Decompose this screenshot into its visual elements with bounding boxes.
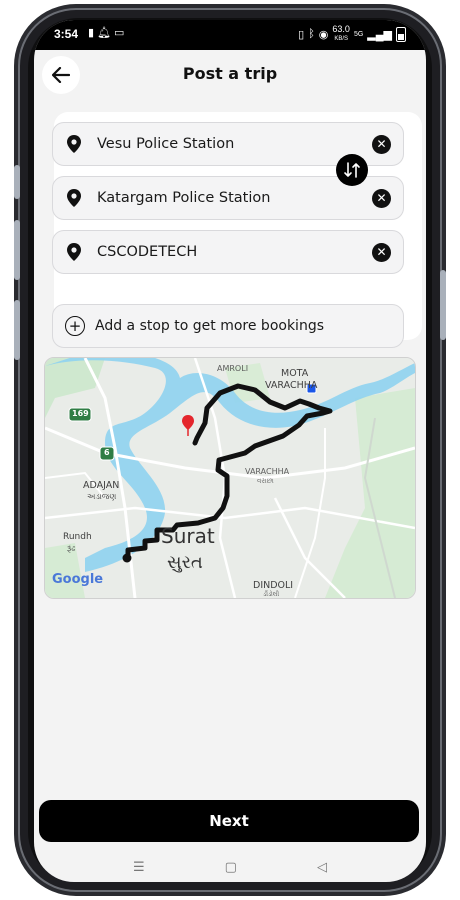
swap-locations-button[interactable] (336, 154, 368, 186)
location-pin-icon (67, 135, 81, 153)
system-nav-bar: ☰ ▢ ◁ (34, 852, 426, 882)
origin-value: Vesu Police Station (97, 136, 235, 152)
map-label-rundh: Rundh (63, 532, 92, 542)
vibrate-icon: ▯ (298, 28, 305, 41)
volume-up-button (14, 165, 20, 199)
map-label-surat: Surat (161, 524, 215, 548)
map-label-dindoli: DINDOLI (253, 580, 294, 591)
menu-icon[interactable]: ☰ (133, 860, 145, 875)
map-label-varachha-mota: VARACHHA (265, 380, 318, 391)
map-label-amroli: AMROLI (217, 364, 249, 373)
stop-field[interactable]: CSCODETECH ✕ (52, 230, 404, 274)
route-map[interactable]: 169 6 AMROLI MOTA VARACHHA VARACHHA વરાછ… (44, 357, 416, 599)
map-label-6: 6 (104, 448, 110, 457)
clear-stop-button[interactable]: ✕ (372, 242, 391, 262)
header: Post a trip (34, 52, 426, 96)
notification-icons: ▮🔔︎▭ (88, 26, 127, 39)
map-label-rundh-guj: રૂંઢ (67, 544, 76, 553)
map-label-mota: MOTA (281, 368, 309, 379)
status-right: ▯ ᛒ ◉ 63.0 KB/S 5G ▂▄▆ (298, 25, 406, 43)
laptop-icon: ▭ (114, 27, 128, 39)
net-type: 5G (353, 30, 364, 38)
map-label-169: 169 (72, 409, 89, 418)
sim-icon: ▮ (88, 27, 98, 39)
home-icon[interactable]: ▢ (225, 860, 237, 875)
power-button (440, 270, 446, 340)
net-speed: 63.0 KB/S (332, 24, 350, 43)
swap-vertical-icon (344, 162, 360, 178)
location-pin-icon (67, 243, 81, 261)
close-icon: ✕ (376, 245, 387, 259)
stop-value: CSCODETECH (97, 244, 198, 260)
side-key (14, 300, 20, 360)
map-canvas (45, 358, 415, 598)
close-icon: ✕ (376, 191, 387, 205)
plus-circle-icon: + (65, 316, 85, 336)
google-logo: Google (52, 572, 104, 587)
battery-icon (396, 26, 406, 42)
back-triangle-icon[interactable]: ◁ (317, 860, 327, 875)
map-label-surat-guj: સુરત (167, 552, 203, 573)
close-icon: ✕ (376, 137, 387, 151)
clear-destination-button[interactable]: ✕ (372, 188, 391, 208)
next-button[interactable]: Next (39, 800, 419, 842)
add-stop-button[interactable]: + Add a stop to get more bookings (52, 304, 404, 348)
clear-origin-button[interactable]: ✕ (372, 134, 391, 154)
signal-icon: ▂▄▆ (367, 28, 392, 41)
status-time: 3:54 (54, 27, 79, 41)
map-label-adajan-guj: અડાજણ (87, 492, 117, 501)
location-pin-icon (67, 189, 81, 207)
bluetooth-icon: ᛒ (308, 28, 315, 40)
page-title: Post a trip (182, 64, 278, 83)
bell-icon: 🔔︎ (97, 27, 115, 39)
map-label-varachha-guj: વરાછા (257, 477, 274, 485)
status-bar: 3:54 ▮🔔︎▭ ▯ ᛒ ◉ 63.0 KB/S 5G ▂▄▆ (34, 20, 426, 50)
add-stop-label: Add a stop to get more bookings (95, 318, 324, 334)
destination-value: Katargam Police Station (97, 190, 271, 206)
app-screen: 3:54 ▮🔔︎▭ ▯ ᛒ ◉ 63.0 KB/S 5G ▂▄▆ Post a t… (34, 20, 426, 882)
map-label-dindoli-guj: ડીંડોલી (263, 591, 280, 598)
map-label-adajan: ADAJAN (83, 480, 120, 491)
location-icon: ◉ (318, 28, 329, 41)
volume-down-button (14, 220, 20, 280)
map-label-varachha: VARACHHA (245, 467, 290, 476)
